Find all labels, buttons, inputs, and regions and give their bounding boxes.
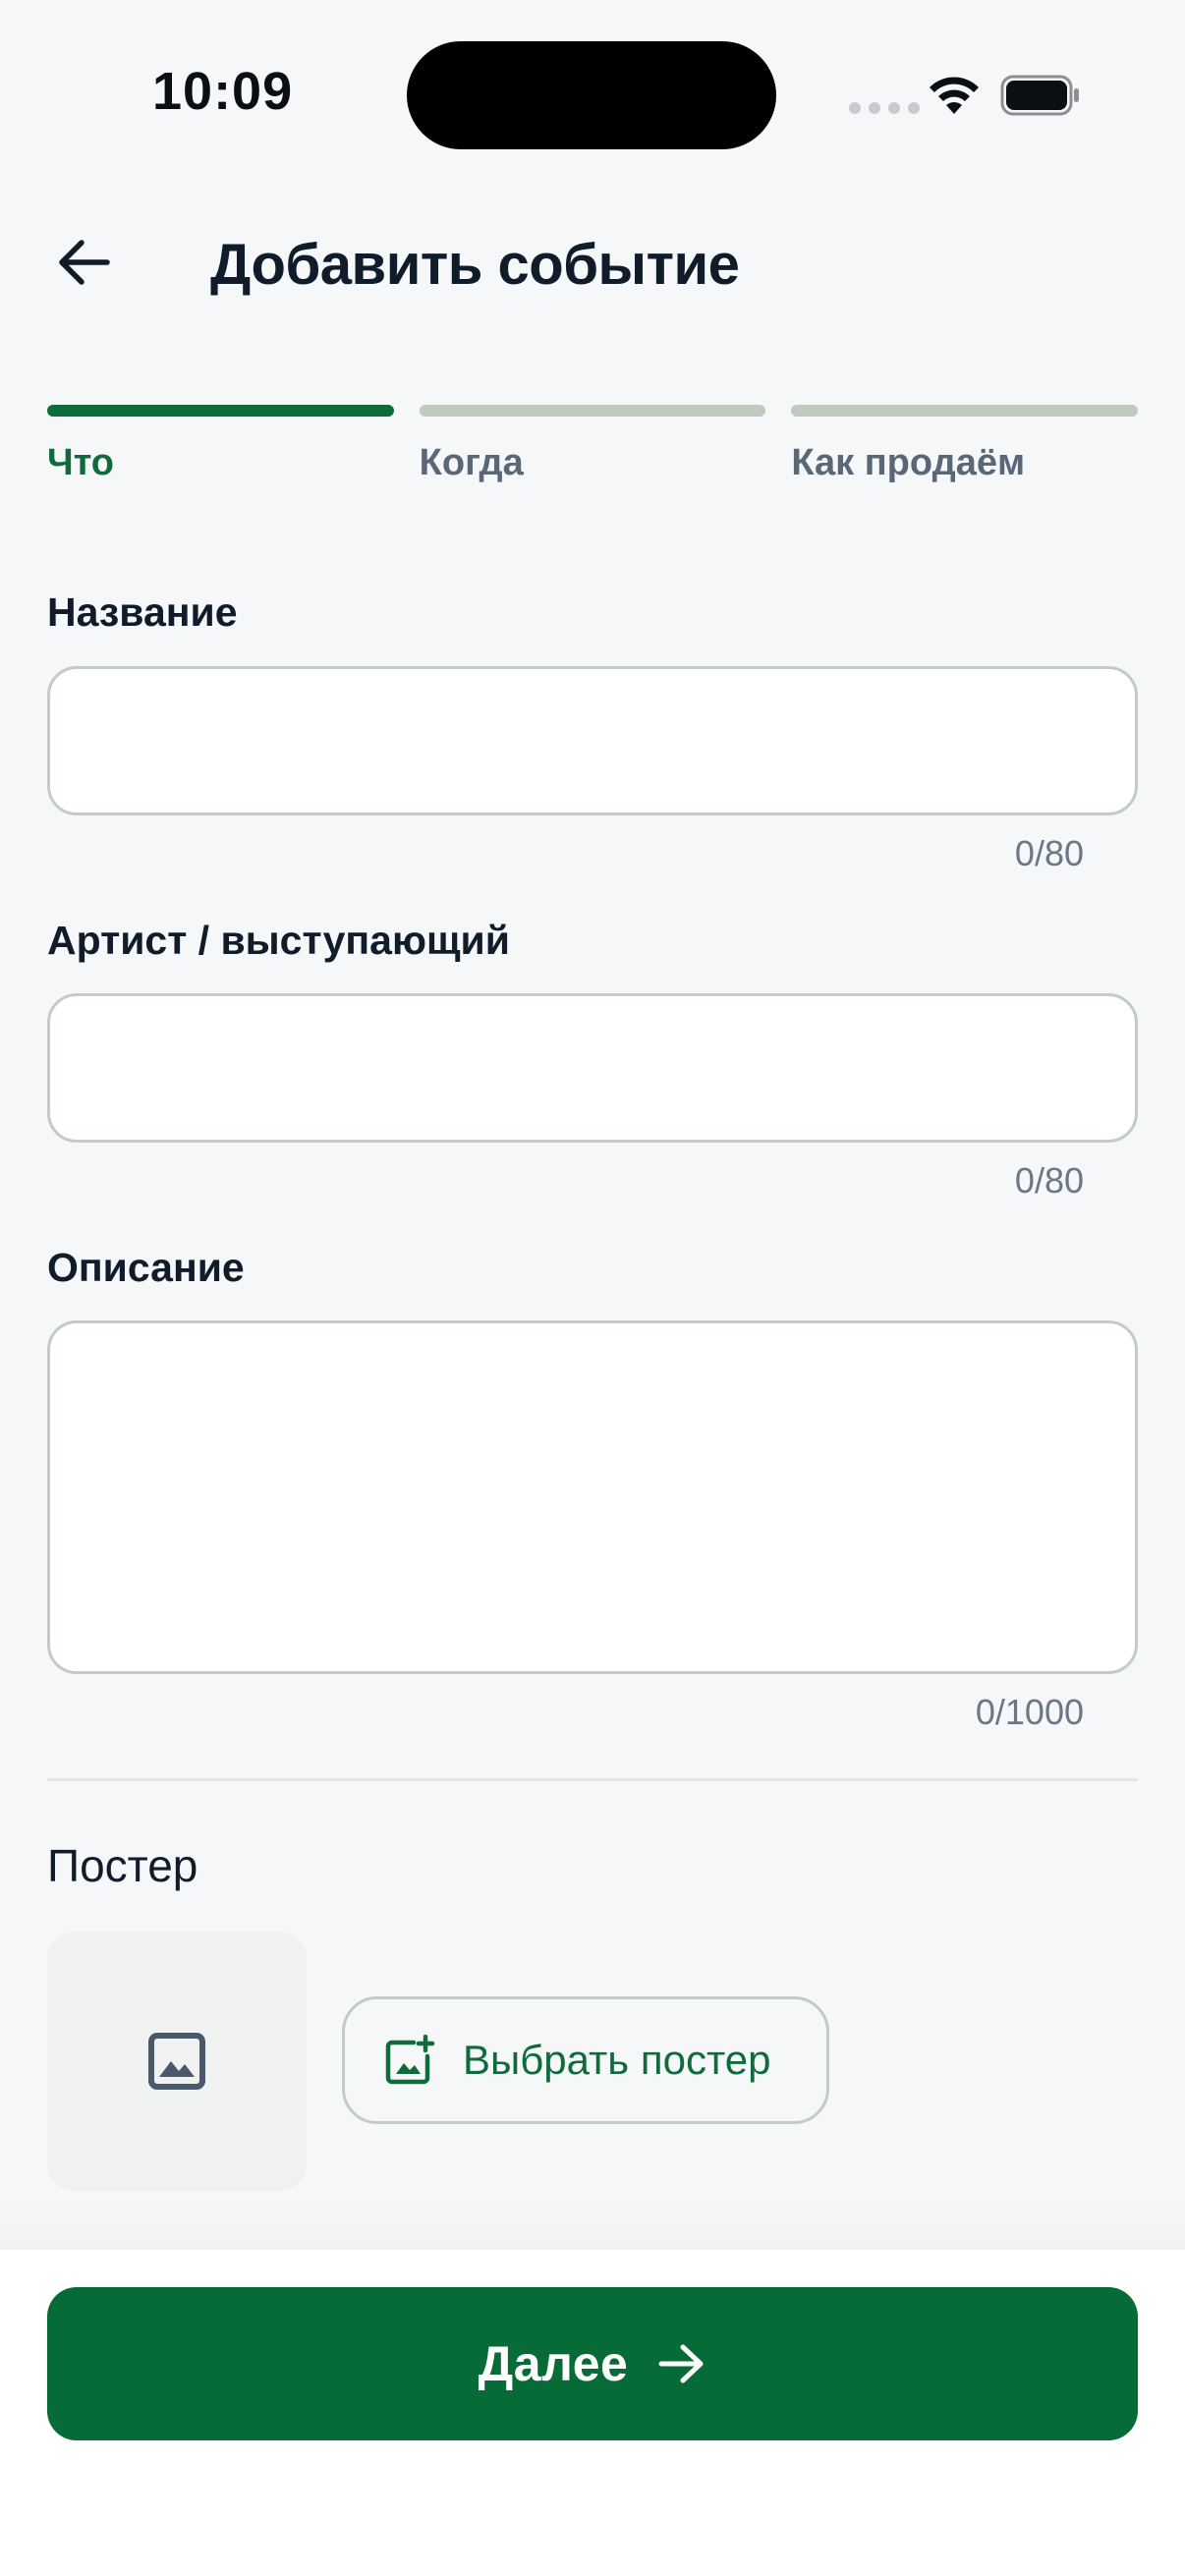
step-when[interactable]: Когда <box>419 405 766 484</box>
step-how-we-sell[interactable]: Как продаём <box>791 405 1139 484</box>
step-label: Как продаём <box>791 442 1026 483</box>
add-photo-icon <box>385 2035 435 2085</box>
pick-poster-label: Выбрать постер <box>463 2037 771 2083</box>
dynamic-island <box>407 41 776 149</box>
poster-title: Постер <box>47 1840 198 1891</box>
signal-dots-icon <box>849 102 920 114</box>
bottom-fade <box>0 2201 1185 2250</box>
step-what[interactable]: Что <box>47 405 394 484</box>
description-label: Описание <box>47 1245 245 1290</box>
next-label: Далее <box>478 2336 629 2391</box>
poster-preview[interactable] <box>47 1932 307 2191</box>
image-icon <box>148 2033 205 2090</box>
arrow-left-icon <box>59 240 110 285</box>
arrow-right-icon <box>658 2344 704 2383</box>
back-button[interactable] <box>39 218 128 307</box>
status-time: 10:09 <box>152 62 294 121</box>
step-progress: Что Когда Как продаём <box>47 405 1139 484</box>
artist-input[interactable] <box>47 993 1138 1143</box>
pick-poster-button[interactable]: Выбрать постер <box>342 1996 829 2124</box>
description-textarea[interactable] <box>47 1320 1138 1674</box>
artist-label: Артист / выступающий <box>47 918 510 963</box>
step-bar <box>47 405 394 417</box>
page-title: Добавить событие <box>210 233 740 297</box>
step-label: Что <box>47 442 115 483</box>
description-counter: 0/1000 <box>975 1692 1084 1732</box>
next-button[interactable]: Далее <box>47 2287 1138 2440</box>
name-input[interactable] <box>47 666 1138 815</box>
battery-icon <box>1000 75 1079 116</box>
wifi-icon <box>930 77 979 114</box>
add-event-screen: 10:09 Добавить событие Что Когда Как про… <box>0 0 1185 2576</box>
name-counter: 0/80 <box>1014 833 1084 873</box>
divider <box>47 1778 1138 1781</box>
step-bar <box>419 405 766 417</box>
step-bar <box>791 405 1139 417</box>
name-label: Название <box>47 589 238 635</box>
step-label: Когда <box>419 442 524 483</box>
artist-counter: 0/80 <box>1014 1160 1084 1201</box>
